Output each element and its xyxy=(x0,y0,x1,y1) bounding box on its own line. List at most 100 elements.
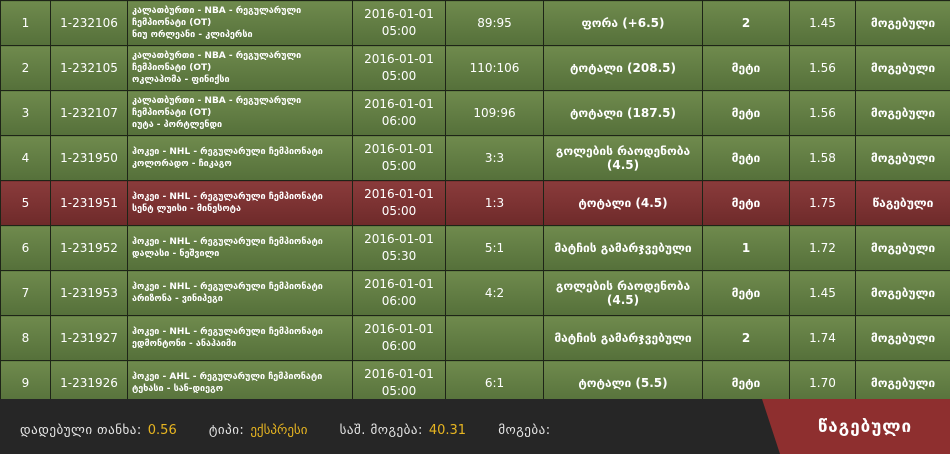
score: 1:3 xyxy=(445,180,544,226)
event-time: 05:00 xyxy=(381,204,417,218)
event-date: 2016-01-01 xyxy=(364,7,434,21)
bet-summary-bar: დადებული თანხა: 0.56 ტიპი: ექსპრესი საშ. მ… xyxy=(0,399,950,454)
event-datetime: 2016-01-01 05:00 xyxy=(352,45,446,91)
odds: 1.58 xyxy=(789,135,856,181)
event-id: 1-231953 xyxy=(50,270,128,316)
type-value: ექსპრესი xyxy=(250,423,308,438)
event-id: 1-232106 xyxy=(50,0,128,46)
bet-pick: 2 xyxy=(702,315,790,361)
event-line: არიზონა - ვინიპეგი xyxy=(132,294,223,304)
event-time: 05:30 xyxy=(381,249,417,263)
event-id: 1-231927 xyxy=(50,315,128,361)
event-time: 06:00 xyxy=(381,114,417,128)
table-row: 3 1-232107 კალათბურთი - NBA - რეგულარული ჩე… xyxy=(0,90,950,136)
event-time: 06:00 xyxy=(381,294,417,308)
bet-result: მოგებული xyxy=(855,225,950,271)
row-number: 2 xyxy=(0,45,51,91)
event-name: ჰოკეი - NHL - რეგულარული ჩემპიონატი სენტ … xyxy=(127,180,353,226)
bet-result: მოგებული xyxy=(855,0,950,46)
bet-market: ტოტალი (187.5) xyxy=(543,90,703,136)
bet-result: მოგებული xyxy=(855,45,950,91)
score: 89:95 xyxy=(445,0,544,46)
event-time: 05:00 xyxy=(381,384,417,398)
event-line: ჰოკეი - NHL - რეგულარული ჩემპიონატი xyxy=(132,147,323,157)
event-line: ნიუ ორლეანი - კლიპერსი xyxy=(132,30,253,40)
table-row: 5 1-231951 ჰოკეი - NHL - რეგულარული ჩემპიო… xyxy=(0,180,950,226)
bet-market: ტოტალი (4.5) xyxy=(543,180,703,226)
event-datetime: 2016-01-01 05:00 xyxy=(352,135,446,181)
event-name: ჰოკეი - NHL - რეგულარული ჩემპიონატი დალას… xyxy=(127,225,353,271)
event-datetime: 2016-01-01 06:00 xyxy=(352,90,446,136)
bet-market: ფორა (+6.5) xyxy=(543,0,703,46)
bet-market: ტოტალი (208.5) xyxy=(543,45,703,91)
event-line: ჰოკეი - NHL - რეგულარული ჩემპიონატი xyxy=(132,192,323,202)
event-line: ედმონტონი - ანაჰაიმი xyxy=(132,339,237,349)
event-line: სენტ ლუისი - მინესოტა xyxy=(132,204,241,214)
score: 110:106 xyxy=(445,45,544,91)
score xyxy=(445,315,544,361)
score: 3:3 xyxy=(445,135,544,181)
event-line: ჩემპიონატი (OT) xyxy=(132,18,212,28)
event-id: 1-231950 xyxy=(50,135,128,181)
event-line: ჰოკეი - NHL - რეგულარული ჩემპიონატი xyxy=(132,327,323,337)
event-name: ჰოკეი - NHL - რეგულარული ჩემპიონატი კოლორ… xyxy=(127,135,353,181)
bet-market: გოლების რაოდენობა (4.5) xyxy=(543,270,703,316)
event-line: კალათბურთი - NBA - რეგულარული xyxy=(132,96,302,106)
bet-pick: 2 xyxy=(702,0,790,46)
event-line: კალათბურთი - NBA - რეგულარული xyxy=(132,6,302,16)
table-row: 2 1-232105 კალათბურთი - NBA - რეგულარული ჩე… xyxy=(0,45,950,91)
bet-result: მოგებული xyxy=(855,270,950,316)
event-datetime: 2016-01-01 06:00 xyxy=(352,270,446,316)
bet-result: წაგებული xyxy=(855,180,950,226)
event-id: 1-232105 xyxy=(50,45,128,91)
table-row: 1 1-232106 კალათბურთი - NBA - რეგულარული ჩე… xyxy=(0,0,950,46)
row-number: 1 xyxy=(0,0,51,46)
event-name: კალათბურთი - NBA - რეგულარული ჩემპიონატი … xyxy=(127,90,353,136)
event-datetime: 2016-01-01 05:00 xyxy=(352,0,446,46)
event-name: კალათბურთი - NBA - რეგულარული ჩემპიონატი … xyxy=(127,45,353,91)
event-date: 2016-01-01 xyxy=(364,142,434,156)
table-row: 8 1-231927 ჰოკეი - NHL - რეგულარული ჩემპიო… xyxy=(0,315,950,361)
score: 5:1 xyxy=(445,225,544,271)
bet-table: 1 1-232106 კალათბურთი - NBA - რეგულარული ჩე… xyxy=(0,0,950,406)
summary: დადებული თანხა: 0.56 ტიპი: ექსპრესი საშ. მ… xyxy=(20,423,585,438)
event-line: ჩემპიონატი (OT) xyxy=(132,108,212,118)
table-row: 7 1-231953 ჰოკეი - NHL - რეგულარული ჩემპიო… xyxy=(0,270,950,316)
event-datetime: 2016-01-01 06:00 xyxy=(352,315,446,361)
event-datetime: 2016-01-01 05:30 xyxy=(352,225,446,271)
event-date: 2016-01-01 xyxy=(364,97,434,111)
bet-result: მოგებული xyxy=(855,90,950,136)
row-number: 4 xyxy=(0,135,51,181)
row-number: 3 xyxy=(0,90,51,136)
table-row: 6 1-231952 ჰოკეი - NHL - რეგულარული ჩემპიო… xyxy=(0,225,950,271)
event-date: 2016-01-01 xyxy=(364,367,434,381)
bet-market: მატჩის გამარჯვებული xyxy=(543,315,703,361)
event-time: 05:00 xyxy=(381,69,417,83)
bet-pick: მეტი xyxy=(702,270,790,316)
possible-win-value: 40.31 xyxy=(428,423,467,438)
event-date: 2016-01-01 xyxy=(364,52,434,66)
score: 109:96 xyxy=(445,90,544,136)
odds: 1.56 xyxy=(789,90,856,136)
bet-pick: მეტი xyxy=(702,45,790,91)
event-name: ჰოკეი - NHL - რეგულარული ჩემპიონატი ედმონ… xyxy=(127,315,353,361)
row-number: 8 xyxy=(0,315,51,361)
win-label: მოგება: xyxy=(498,423,551,438)
odds: 1.45 xyxy=(789,270,856,316)
event-id: 1-231952 xyxy=(50,225,128,271)
bet-result: მოგებული xyxy=(855,315,950,361)
event-id: 1-232107 xyxy=(50,90,128,136)
event-date: 2016-01-01 xyxy=(364,322,434,336)
type-label: ტიპი: xyxy=(208,423,245,438)
stake-value: 0.56 xyxy=(147,423,177,438)
event-date: 2016-01-01 xyxy=(364,232,434,246)
event-date: 2016-01-01 xyxy=(364,277,434,291)
bet-result: მოგებული xyxy=(855,135,950,181)
odds: 1.74 xyxy=(789,315,856,361)
odds: 1.75 xyxy=(789,180,856,226)
odds: 1.56 xyxy=(789,45,856,91)
possible-win-label: საშ. მოგება: xyxy=(339,423,423,438)
event-line: დალასი - ნეშვილი xyxy=(132,249,220,259)
odds: 1.72 xyxy=(789,225,856,271)
bet-market: მატჩის გამარჯვებული xyxy=(543,225,703,271)
